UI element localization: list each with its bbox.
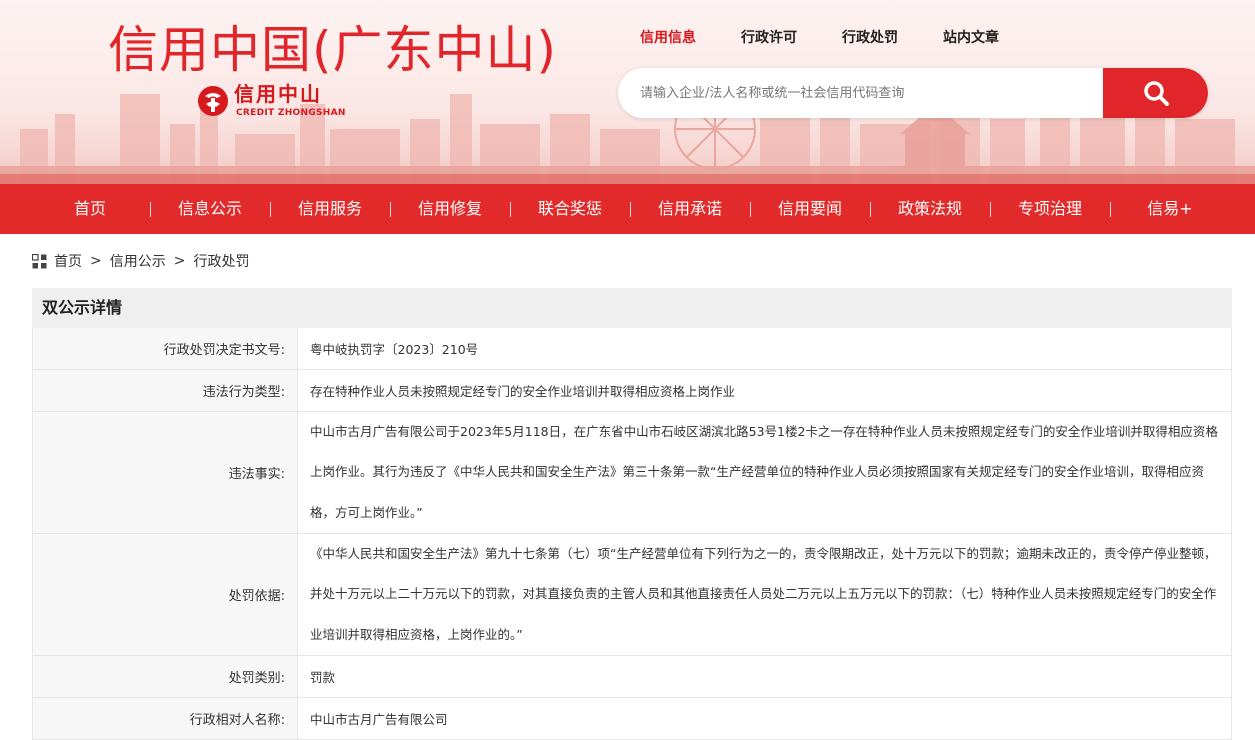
breadcrumb-separator: >	[173, 253, 186, 269]
detail-value: 粤中岐执罚字〔2023〕210号	[298, 328, 1232, 369]
logo-mark-icon	[198, 86, 228, 116]
nav-item-joint-reward-punish[interactable]: 联合奖惩	[510, 184, 630, 234]
top-links: 信用信息 行政许可 行政处罚 站内文章	[640, 27, 1044, 49]
detail-label: 处罚依据:	[32, 534, 298, 655]
nav-item-policy-regulations[interactable]: 政策法规	[870, 184, 990, 234]
search-button[interactable]	[1103, 68, 1208, 118]
main-nav: 首页 信息公示 信用服务 信用修复 联合奖惩 信用承诺 信用要闻 政策法规 专项…	[0, 184, 1255, 234]
detail-row-violation-facts: 违法事实: 中山市古月广告有限公司于2023年5月118日，在广东省中山市石岐区…	[32, 412, 1232, 534]
nav-item-special-governance[interactable]: 专项治理	[990, 184, 1110, 234]
breadcrumb-separator: >	[90, 253, 102, 269]
detail-row-violation-type: 违法行为类型: 存在特种作业人员未按照规定经专门的安全作业培训并取得相应资格上岗…	[32, 370, 1232, 412]
detail-value: 中山市古月广告有限公司	[298, 698, 1232, 739]
search-bar	[618, 68, 1208, 118]
detail-title: 双公示详情	[32, 288, 1232, 328]
detail-label: 处罚类别:	[32, 656, 298, 697]
search-icon	[1143, 81, 1169, 106]
search-input[interactable]	[618, 68, 1098, 118]
grid-icon	[32, 253, 47, 268]
nav-item-xinyi-plus[interactable]: 信易+	[1110, 184, 1230, 234]
top-link-articles[interactable]: 站内文章	[943, 27, 999, 49]
site-title: 信用中国(广东中山)	[108, 21, 558, 79]
top-link-admin-license[interactable]: 行政许可	[741, 27, 797, 49]
detail-label: 违法行为类型:	[32, 370, 298, 411]
nav-item-credit-repair[interactable]: 信用修复	[390, 184, 510, 234]
breadcrumb: 首页 > 信用公示 > 行政处罚	[32, 250, 249, 272]
detail-value: 罚款	[298, 656, 1232, 697]
detail-value: 存在特种作业人员未按照规定经专门的安全作业培训并取得相应资格上岗作业	[298, 370, 1232, 411]
top-link-admin-penalty[interactable]: 行政处罚	[842, 27, 898, 49]
detail-row-decision-number: 行政处罚决定书文号: 粤中岐执罚字〔2023〕210号	[32, 328, 1232, 370]
breadcrumb-home[interactable]: 首页	[54, 251, 82, 271]
detail-panel: 双公示详情 行政处罚决定书文号: 粤中岐执罚字〔2023〕210号 违法行为类型…	[32, 288, 1232, 740]
header-banner: 信用中国(广东中山) 信用中山 CREDIT ZHONGSHAN 信用信息 行政…	[0, 0, 1255, 184]
detail-label: 违法事实:	[32, 412, 298, 533]
breadcrumb-current: 行政处罚	[193, 254, 250, 270]
logo-subtitle: CREDIT ZHONGSHAN	[236, 108, 346, 118]
detail-value: 中山市古月广告有限公司于2023年5月118日，在广东省中山市石岐区湖滨北路53…	[298, 412, 1232, 533]
nav-item-home[interactable]: 首页	[30, 184, 150, 234]
nav-item-credit-commitment[interactable]: 信用承诺	[630, 184, 750, 234]
nav-item-info-disclosure[interactable]: 信息公示	[150, 184, 270, 234]
logo-name: 信用中山	[234, 82, 322, 106]
nav-item-credit-news[interactable]: 信用要闻	[750, 184, 870, 234]
credit-zhongshan-logo[interactable]: 信用中山 CREDIT ZHONGSHAN	[196, 82, 356, 122]
detail-row-penalty-category: 处罚类别: 罚款	[32, 656, 1232, 698]
detail-value: 《中华人民共和国安全生产法》第九十七条第（七）项“生产经营单位有下列行为之一的，…	[298, 534, 1232, 655]
top-link-credit-info[interactable]: 信用信息	[640, 27, 696, 49]
detail-row-penalty-basis: 处罚依据: 《中华人民共和国安全生产法》第九十七条第（七）项“生产经营单位有下列…	[32, 534, 1232, 656]
detail-label: 行政相对人名称:	[32, 698, 298, 739]
breadcrumb-credit-disclosure[interactable]: 信用公示	[110, 251, 166, 271]
detail-label: 行政处罚决定书文号:	[32, 328, 298, 369]
detail-row-party-name: 行政相对人名称: 中山市古月广告有限公司	[32, 698, 1232, 740]
nav-item-credit-service[interactable]: 信用服务	[270, 184, 390, 234]
